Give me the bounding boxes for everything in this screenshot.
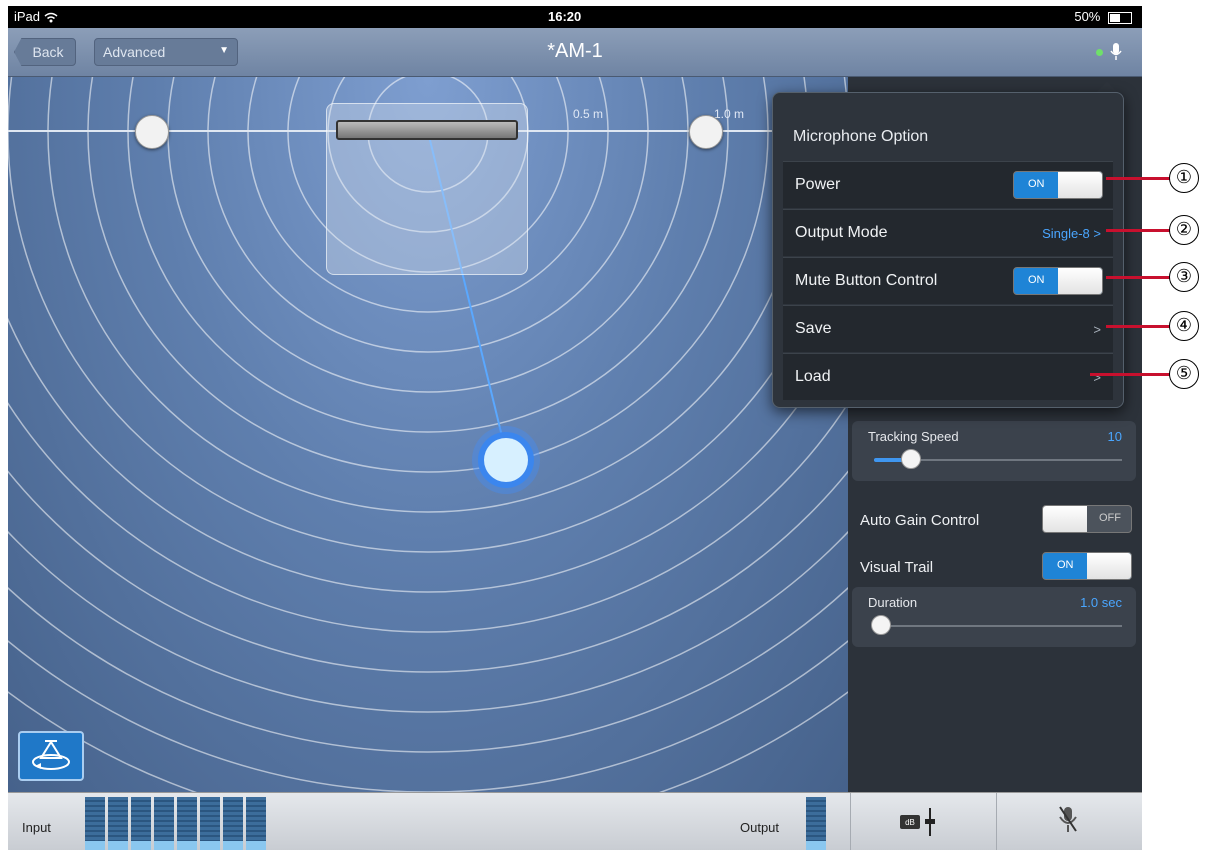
output-mode-label: Output Mode — [795, 224, 888, 241]
save-label: Save — [795, 320, 832, 337]
input-meter-1 — [85, 797, 105, 850]
input-meter-5 — [177, 797, 197, 850]
tracking-speed-slider[interactable]: Tracking Speed 10 — [852, 421, 1136, 481]
chevron-right-icon: > — [1093, 322, 1101, 337]
device-label: iPad — [14, 9, 41, 24]
toggle-state: OFF — [1099, 512, 1121, 524]
mute-button[interactable] — [1058, 805, 1078, 840]
battery-status: 50% — [1074, 9, 1132, 24]
mute-control-toggle[interactable]: ON — [1013, 267, 1103, 295]
input-meter-3 — [131, 797, 151, 850]
duration-label: Duration — [868, 595, 918, 610]
output-meter — [806, 797, 826, 850]
power-row: Power ON — [783, 161, 1113, 208]
array-microphone-icon[interactable] — [336, 120, 518, 140]
navigation-bar: Back Advanced ▼ *AM-1 — [8, 28, 1142, 77]
microphone-option-button[interactable] — [1095, 42, 1122, 62]
toggle-state: ON — [1057, 559, 1074, 571]
tracking-stage[interactable]: 0.5 m 1.0 m — [8, 77, 848, 792]
callout-5: ⑤ — [1169, 359, 1199, 389]
slider-track — [874, 625, 1122, 627]
input-label: Input — [22, 820, 51, 835]
rotate-view-button[interactable] — [18, 731, 84, 781]
callout-line-4 — [1106, 325, 1170, 328]
callout-line-2 — [1106, 229, 1170, 232]
callout-3: ③ — [1169, 262, 1199, 292]
divider — [996, 793, 997, 850]
popover-title: Microphone Option — [793, 128, 929, 145]
microphone-option-popover: Microphone Option Power ON Output Mode S… — [772, 92, 1124, 408]
power-toggle[interactable]: ON — [1013, 171, 1103, 199]
level-adjust-button[interactable]: dB — [900, 807, 940, 842]
tracking-speed-value: 10 — [1107, 429, 1122, 444]
mute-control-row: Mute Button Control ON — [783, 257, 1113, 304]
toggle-state: ON — [1028, 274, 1045, 286]
distance-label-one: 1.0 m — [714, 107, 745, 121]
output-label: Output — [740, 820, 780, 835]
page-title: *AM-1 — [547, 40, 603, 62]
power-label: Power — [795, 176, 841, 193]
duration-slider[interactable]: Duration 1.0 sec — [852, 587, 1136, 647]
callout-4: ④ — [1169, 311, 1199, 341]
mute-control-label: Mute Button Control — [795, 272, 938, 289]
wifi-icon — [44, 12, 58, 23]
input-meter-8 — [246, 797, 266, 850]
input-meter-7 — [223, 797, 243, 850]
status-led-icon — [1095, 48, 1103, 56]
duration-value: 1.0 sec — [1080, 595, 1122, 610]
tracking-speed-label: Tracking Speed — [868, 429, 959, 444]
rotate-icon — [32, 740, 70, 770]
toggle-knob — [1058, 268, 1102, 294]
battery-percent: 50% — [1074, 9, 1101, 24]
input-meter-6 — [200, 797, 220, 850]
clock: 16:20 — [548, 9, 582, 24]
battery-icon — [1108, 11, 1132, 24]
callout-line-5 — [1090, 373, 1170, 376]
output-mode-value: Single-8 > — [1042, 226, 1101, 241]
load-row[interactable]: Load > — [783, 353, 1113, 400]
input-meter-4 — [154, 797, 174, 850]
right-range-handle[interactable] — [689, 115, 723, 149]
toggle-knob — [1058, 172, 1102, 198]
toggle-state: ON — [1028, 178, 1045, 190]
microphone-icon — [1110, 43, 1122, 60]
toggle-knob — [1087, 553, 1131, 579]
slider-thumb[interactable] — [871, 615, 892, 635]
status-bar: iPad 16:20 50% — [8, 6, 1142, 28]
db-label: dB — [905, 818, 915, 827]
input-meter-2 — [108, 797, 128, 850]
toggle-knob — [1043, 506, 1087, 532]
device-name: iPad — [14, 9, 58, 24]
tracking-point[interactable] — [466, 420, 546, 500]
callout-1: ① — [1169, 163, 1199, 193]
left-range-handle[interactable] — [135, 115, 169, 149]
db-fader-icon: dB — [900, 808, 935, 836]
visual-trail-label: Visual Trail — [860, 559, 934, 576]
load-label: Load — [795, 368, 831, 385]
divider — [850, 793, 851, 850]
microphone-muted-icon — [1059, 806, 1077, 832]
auto-gain-label: Auto Gain Control — [860, 512, 980, 529]
distance-label-half: 0.5 m — [573, 107, 604, 121]
output-mode-row[interactable]: Output Mode Single-8 > — [783, 209, 1113, 256]
callout-2: ② — [1169, 215, 1199, 245]
callout-line-1 — [1106, 177, 1170, 180]
auto-gain-toggle[interactable]: OFF — [1042, 505, 1132, 533]
bottom-toolbar: Input Output dB — [8, 792, 1142, 850]
callout-line-3 — [1106, 276, 1170, 279]
ipad-screen: iPad 16:20 50% Back Advanced ▼ *AM-1 0.5… — [8, 6, 1142, 850]
slider-thumb[interactable] — [901, 449, 922, 469]
visual-trail-toggle[interactable]: ON — [1042, 552, 1132, 580]
save-row[interactable]: Save > — [783, 305, 1113, 352]
